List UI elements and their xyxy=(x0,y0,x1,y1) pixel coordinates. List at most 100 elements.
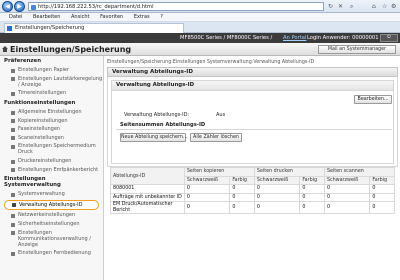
cell-value: 0 xyxy=(229,184,255,194)
browser-tab[interactable]: Einstellungen/Speicherung xyxy=(4,23,184,33)
search-icon[interactable]: ⌕ xyxy=(350,2,353,11)
sidebar-item-general[interactable]: Allgemeine Einstellungen xyxy=(0,108,103,117)
sidebar: Präferenzen Einstellungen Papier Einstel… xyxy=(0,56,104,280)
bullet-icon xyxy=(11,77,15,82)
row-id: Aufträge mit unbekannter ID xyxy=(110,192,185,202)
table-row: EM Druck/Automatischer Bericht 0 0 0 0 0… xyxy=(110,201,395,214)
totals-title: Seitensummen Abteilungs-ID xyxy=(116,121,392,130)
sidebar-item-label: Druckereinstellungen xyxy=(18,158,72,165)
sidebar-section-functions: Funktionseinstellungen xyxy=(4,99,76,106)
col-group-copy: Seiten kopieren xyxy=(183,167,255,177)
col-color: Farbig xyxy=(369,175,395,185)
logout-icon[interactable]: ⏻ xyxy=(380,34,398,42)
bullet-icon xyxy=(11,213,15,218)
sidebar-item-label: Einstellungen Papier xyxy=(18,67,70,74)
cell-value: 0 xyxy=(229,192,255,202)
bullet-icon xyxy=(11,136,15,141)
sidebar-item-paper[interactable]: Einstellungen Papier xyxy=(0,66,103,75)
portal-link[interactable]: An Portal xyxy=(283,33,306,43)
sidebar-item-label: Verwaltung Abteilungs-ID xyxy=(19,201,83,208)
bullet-icon xyxy=(11,144,15,149)
totals-table-wrap: Abteilungs-ID Seiten kopieren Seiten dru… xyxy=(110,167,396,214)
stop-icon[interactable]: ✕ xyxy=(338,2,343,11)
status-value: Aus xyxy=(216,112,226,118)
bullet-icon xyxy=(11,119,15,124)
sidebar-item-label: Allgemeine Einstellungen xyxy=(18,109,82,116)
sidebar-item-media-print[interactable]: Einstellungen Speichermedium Druck xyxy=(0,142,103,157)
cell-value: 0 xyxy=(369,192,395,202)
department-id-section: Verwaltung Abteilungs-ID Bearbeiten... V… xyxy=(111,80,394,164)
main-content: Einstellungen/Speicherung:Einstellungen … xyxy=(107,58,398,280)
sidebar-item-label: Einstellungen Speichermedium Druck xyxy=(18,143,96,156)
sidebar-item-label: Einstellungen Kommunikationsverwaltung /… xyxy=(18,229,91,248)
sidebar-item-receive-report[interactable]: Einstellungen Emfpänkerbericht xyxy=(0,165,103,174)
favorites-icon[interactable]: ☆ xyxy=(382,2,387,11)
row-id: 8080001 xyxy=(110,184,185,194)
tab-favicon-icon xyxy=(7,26,12,31)
cell-value: 0 xyxy=(229,201,255,214)
sidebar-item-label: Systemverwaltung xyxy=(18,191,65,198)
page-header: Einstellungen/Speicherung Mail an System… xyxy=(0,43,400,56)
cell-value: 0 xyxy=(253,192,301,202)
breadcrumb: Einstellungen/Speicherung:Einstellungen … xyxy=(107,60,315,65)
cell-value: 0 xyxy=(323,201,371,214)
col-group-print: Seiten drucken xyxy=(253,167,325,177)
col-bw: Schwarzweiß xyxy=(253,175,301,185)
department-id-panel: Verwaltung Abteilungs-ID Bearbeiten... V… xyxy=(107,77,398,167)
bullet-icon xyxy=(11,91,15,96)
sidebar-item-system-admin[interactable]: Systemverwaltung xyxy=(0,190,103,199)
url-input[interactable]: http://192.168.222.53/rc_department/d.ht… xyxy=(28,2,324,11)
page-icon xyxy=(31,4,36,10)
sidebar-item-label: Netzwerkeinstellungen xyxy=(18,212,76,219)
department-totals-table: Abteilungs-ID Seiten kopieren Seiten dru… xyxy=(110,167,396,214)
sidebar-item-scan[interactable]: Scaneinstellungen xyxy=(0,134,103,143)
sidebar-section-system: Einstellungen Systemverwaltung xyxy=(4,175,61,188)
cell-value: 0 xyxy=(369,184,395,194)
bullet-icon xyxy=(11,231,15,236)
bullet-icon xyxy=(11,222,15,227)
clear-counters-button[interactable]: Alle Zähler löschen xyxy=(190,133,242,142)
sidebar-item-security[interactable]: Sicherheitseinstellungen xyxy=(0,220,103,229)
sidebar-item-label: Kopiereinstellungen xyxy=(18,117,68,124)
tools-icon[interactable]: ⚙ xyxy=(391,2,396,11)
new-department-button[interactable]: Neue Abteilung speichern... xyxy=(120,133,188,142)
edit-button[interactable]: Bearbeiten... xyxy=(354,95,392,104)
menu-ansicht[interactable]: Ansicht xyxy=(71,14,89,20)
mail-admin-button[interactable]: Mail an Systemmanager xyxy=(318,45,396,54)
menu-favoriten[interactable]: Favoriten xyxy=(100,14,123,20)
sidebar-item-label: Sicherheitseinstellungen xyxy=(18,221,80,228)
browser-tab-bar: Einstellungen/Speicherung xyxy=(0,22,400,33)
cell-value: 0 xyxy=(323,192,371,202)
cell-value: 0 xyxy=(253,184,301,194)
menu-extras[interactable]: Extras xyxy=(134,14,150,20)
col-department-id: Abteilungs-ID xyxy=(110,167,185,185)
page-title: Einstellungen/Speicherung xyxy=(10,45,132,54)
sidebar-item-volume[interactable]: Einstellungen Lautstärkeregelung / Anzei… xyxy=(0,75,103,90)
sidebar-item-label: Einstellungen Emfpänkerbericht xyxy=(18,166,99,173)
menu-help[interactable]: ? xyxy=(160,14,163,20)
home-browser-icon[interactable]: ⌂ xyxy=(372,2,376,11)
refresh-icon[interactable]: ↻ xyxy=(328,2,333,11)
sidebar-item-fax[interactable]: Faxeinstellungen xyxy=(0,125,103,134)
menu-datei[interactable]: Datei xyxy=(9,14,22,20)
cell-value: 0 xyxy=(183,192,231,202)
col-bw: Schwarzweiß xyxy=(323,175,371,185)
back-icon[interactable]: ◀ xyxy=(2,1,13,12)
settings-home-icon[interactable] xyxy=(2,46,8,52)
sidebar-item-label: Timereinstellungen xyxy=(18,90,66,97)
sidebar-item-printer[interactable]: Druckereinstellungen xyxy=(0,157,103,166)
sidebar-item-communication[interactable]: Einstellungen Kommunikationsverwaltung /… xyxy=(0,228,103,249)
sidebar-item-remote[interactable]: Einstellungen Fernbedienung xyxy=(0,249,103,258)
sidebar-item-network[interactable]: Netzwerkeinstellungen xyxy=(0,211,103,220)
sidebar-item-copy[interactable]: Kopiereinstellungen xyxy=(0,116,103,125)
cell-value: 0 xyxy=(183,201,231,214)
cell-value: 0 xyxy=(299,201,325,214)
cell-value: 0 xyxy=(299,184,325,194)
forward-icon[interactable]: ▶ xyxy=(14,1,25,12)
sidebar-item-department-id[interactable]: Verwaltung Abteilungs-ID xyxy=(4,199,99,211)
table-row: Aufträge mit unbekannter ID 0 0 0 0 0 0 xyxy=(110,192,395,202)
menu-bearbeiten[interactable]: Bearbeiten xyxy=(33,14,60,20)
sidebar-item-label: Faxeinstellungen xyxy=(18,126,61,133)
col-color: Farbig xyxy=(299,175,325,185)
sidebar-item-timer[interactable]: Timereinstellungen xyxy=(0,89,103,98)
